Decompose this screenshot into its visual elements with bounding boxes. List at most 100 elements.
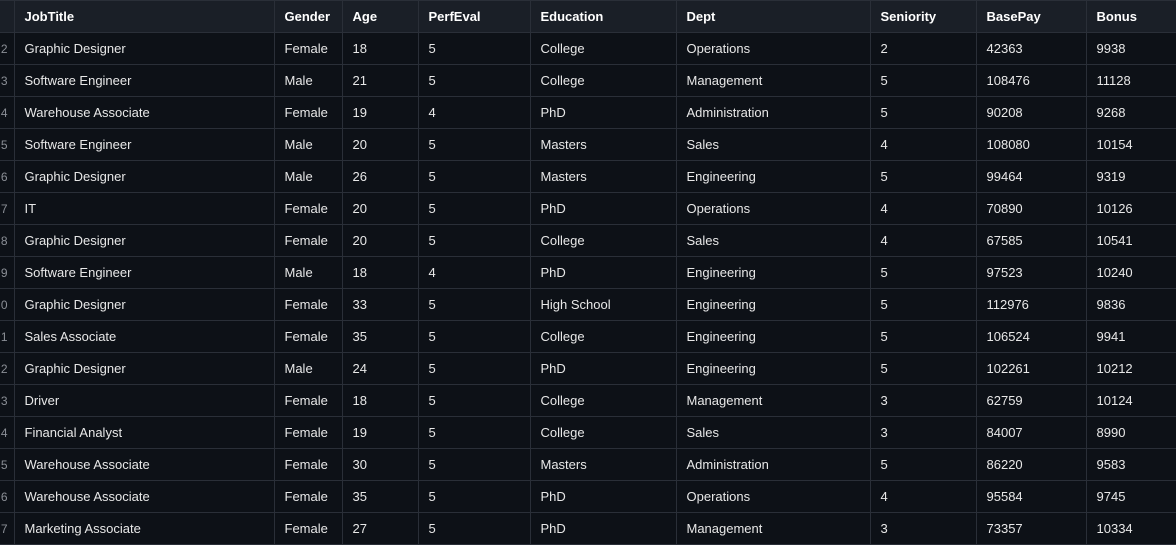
cell-education[interactable]: College — [530, 225, 676, 257]
table-row[interactable]: 4Warehouse AssociateFemale194PhDAdminist… — [0, 97, 1176, 129]
cell-dept[interactable]: Administration — [676, 97, 870, 129]
cell-seniority[interactable]: 4 — [870, 193, 976, 225]
cell-basepay[interactable]: 73357 — [976, 513, 1086, 545]
cell-bonus[interactable]: 9319 — [1086, 161, 1176, 193]
cell-perfeval[interactable]: 5 — [418, 129, 530, 161]
cell-perfeval[interactable]: 4 — [418, 97, 530, 129]
cell-perfeval[interactable]: 5 — [418, 161, 530, 193]
cell-jobtitle[interactable]: Software Engineer — [14, 65, 274, 97]
cell-seniority[interactable]: 5 — [870, 97, 976, 129]
cell-bonus[interactable]: 10212 — [1086, 353, 1176, 385]
cell-seniority[interactable]: 3 — [870, 417, 976, 449]
cell-seniority[interactable]: 5 — [870, 161, 976, 193]
table-row[interactable]: 5Warehouse AssociateFemale305MastersAdmi… — [0, 449, 1176, 481]
cell-jobtitle[interactable]: Software Engineer — [14, 129, 274, 161]
table-row[interactable]: 4Financial AnalystFemale195CollegeSales3… — [0, 417, 1176, 449]
cell-bonus[interactable]: 10334 — [1086, 513, 1176, 545]
cell-jobtitle[interactable]: Marketing Associate — [14, 513, 274, 545]
cell-education[interactable]: Masters — [530, 129, 676, 161]
cell-gender[interactable]: Female — [274, 225, 342, 257]
cell-bonus[interactable]: 10240 — [1086, 257, 1176, 289]
cell-seniority[interactable]: 4 — [870, 481, 976, 513]
cell-seniority[interactable]: 4 — [870, 225, 976, 257]
cell-age[interactable]: 20 — [342, 193, 418, 225]
cell-age[interactable]: 30 — [342, 449, 418, 481]
cell-dept[interactable]: Sales — [676, 417, 870, 449]
cell-bonus[interactable]: 9268 — [1086, 97, 1176, 129]
cell-age[interactable]: 35 — [342, 321, 418, 353]
cell-basepay[interactable]: 84007 — [976, 417, 1086, 449]
cell-seniority[interactable]: 3 — [870, 385, 976, 417]
cell-education[interactable]: PhD — [530, 481, 676, 513]
cell-jobtitle[interactable]: Graphic Designer — [14, 225, 274, 257]
cell-bonus[interactable]: 8990 — [1086, 417, 1176, 449]
cell-bonus[interactable]: 9941 — [1086, 321, 1176, 353]
cell-seniority[interactable]: 2 — [870, 33, 976, 65]
cell-age[interactable]: 20 — [342, 225, 418, 257]
cell-jobtitle[interactable]: Sales Associate — [14, 321, 274, 353]
cell-gender[interactable]: Female — [274, 513, 342, 545]
cell-seniority[interactable]: 5 — [870, 257, 976, 289]
cell-jobtitle[interactable]: Graphic Designer — [14, 353, 274, 385]
table-row[interactable]: 6Graphic DesignerMale265MastersEngineeri… — [0, 161, 1176, 193]
cell-dept[interactable]: Sales — [676, 129, 870, 161]
cell-basepay[interactable]: 108476 — [976, 65, 1086, 97]
table-row[interactable]: 2Graphic DesignerMale245PhDEngineering51… — [0, 353, 1176, 385]
cell-gender[interactable]: Female — [274, 481, 342, 513]
cell-basepay[interactable]: 86220 — [976, 449, 1086, 481]
cell-perfeval[interactable]: 5 — [418, 449, 530, 481]
cell-basepay[interactable]: 99464 — [976, 161, 1086, 193]
cell-gender[interactable]: Male — [274, 129, 342, 161]
cell-perfeval[interactable]: 5 — [418, 481, 530, 513]
cell-seniority[interactable]: 5 — [870, 65, 976, 97]
cell-bonus[interactable]: 11128 — [1086, 65, 1176, 97]
cell-gender[interactable]: Female — [274, 97, 342, 129]
cell-basepay[interactable]: 112976 — [976, 289, 1086, 321]
cell-jobtitle[interactable]: IT — [14, 193, 274, 225]
cell-perfeval[interactable]: 5 — [418, 33, 530, 65]
data-grid[interactable]: JobTitle Gender Age PerfEval Education D… — [0, 0, 1176, 545]
cell-jobtitle[interactable]: Warehouse Associate — [14, 449, 274, 481]
cell-education[interactable]: Masters — [530, 161, 676, 193]
cell-dept[interactable]: Operations — [676, 481, 870, 513]
cell-perfeval[interactable]: 5 — [418, 385, 530, 417]
column-header-perfeval[interactable]: PerfEval — [418, 1, 530, 33]
cell-education[interactable]: College — [530, 33, 676, 65]
cell-jobtitle[interactable]: Software Engineer — [14, 257, 274, 289]
cell-gender[interactable]: Male — [274, 161, 342, 193]
cell-jobtitle[interactable]: Warehouse Associate — [14, 481, 274, 513]
cell-gender[interactable]: Female — [274, 289, 342, 321]
cell-perfeval[interactable]: 5 — [418, 417, 530, 449]
cell-dept[interactable]: Engineering — [676, 257, 870, 289]
cell-bonus[interactable]: 10541 — [1086, 225, 1176, 257]
cell-age[interactable]: 21 — [342, 65, 418, 97]
cell-jobtitle[interactable]: Graphic Designer — [14, 289, 274, 321]
cell-education[interactable]: PhD — [530, 193, 676, 225]
cell-education[interactable]: College — [530, 65, 676, 97]
cell-jobtitle[interactable]: Warehouse Associate — [14, 97, 274, 129]
table-row[interactable]: 7Marketing AssociateFemale275PhDManageme… — [0, 513, 1176, 545]
cell-basepay[interactable]: 106524 — [976, 321, 1086, 353]
cell-dept[interactable]: Management — [676, 513, 870, 545]
cell-age[interactable]: 18 — [342, 385, 418, 417]
cell-education[interactable]: High School — [530, 289, 676, 321]
table-row[interactable]: 5Software EngineerMale205MastersSales410… — [0, 129, 1176, 161]
cell-dept[interactable]: Management — [676, 65, 870, 97]
cell-seniority[interactable]: 5 — [870, 289, 976, 321]
cell-education[interactable]: PhD — [530, 353, 676, 385]
cell-jobtitle[interactable]: Graphic Designer — [14, 161, 274, 193]
cell-dept[interactable]: Engineering — [676, 161, 870, 193]
cell-basepay[interactable]: 97523 — [976, 257, 1086, 289]
column-header-gender[interactable]: Gender — [274, 1, 342, 33]
cell-age[interactable]: 20 — [342, 129, 418, 161]
cell-seniority[interactable]: 4 — [870, 129, 976, 161]
cell-education[interactable]: PhD — [530, 97, 676, 129]
cell-bonus[interactable]: 10126 — [1086, 193, 1176, 225]
cell-seniority[interactable]: 5 — [870, 353, 976, 385]
table-row[interactable]: 7ITFemale205PhDOperations47089010126 — [0, 193, 1176, 225]
column-header-jobtitle[interactable]: JobTitle — [14, 1, 274, 33]
cell-education[interactable]: PhD — [530, 257, 676, 289]
cell-dept[interactable]: Operations — [676, 193, 870, 225]
column-header-dept[interactable]: Dept — [676, 1, 870, 33]
cell-perfeval[interactable]: 5 — [418, 353, 530, 385]
